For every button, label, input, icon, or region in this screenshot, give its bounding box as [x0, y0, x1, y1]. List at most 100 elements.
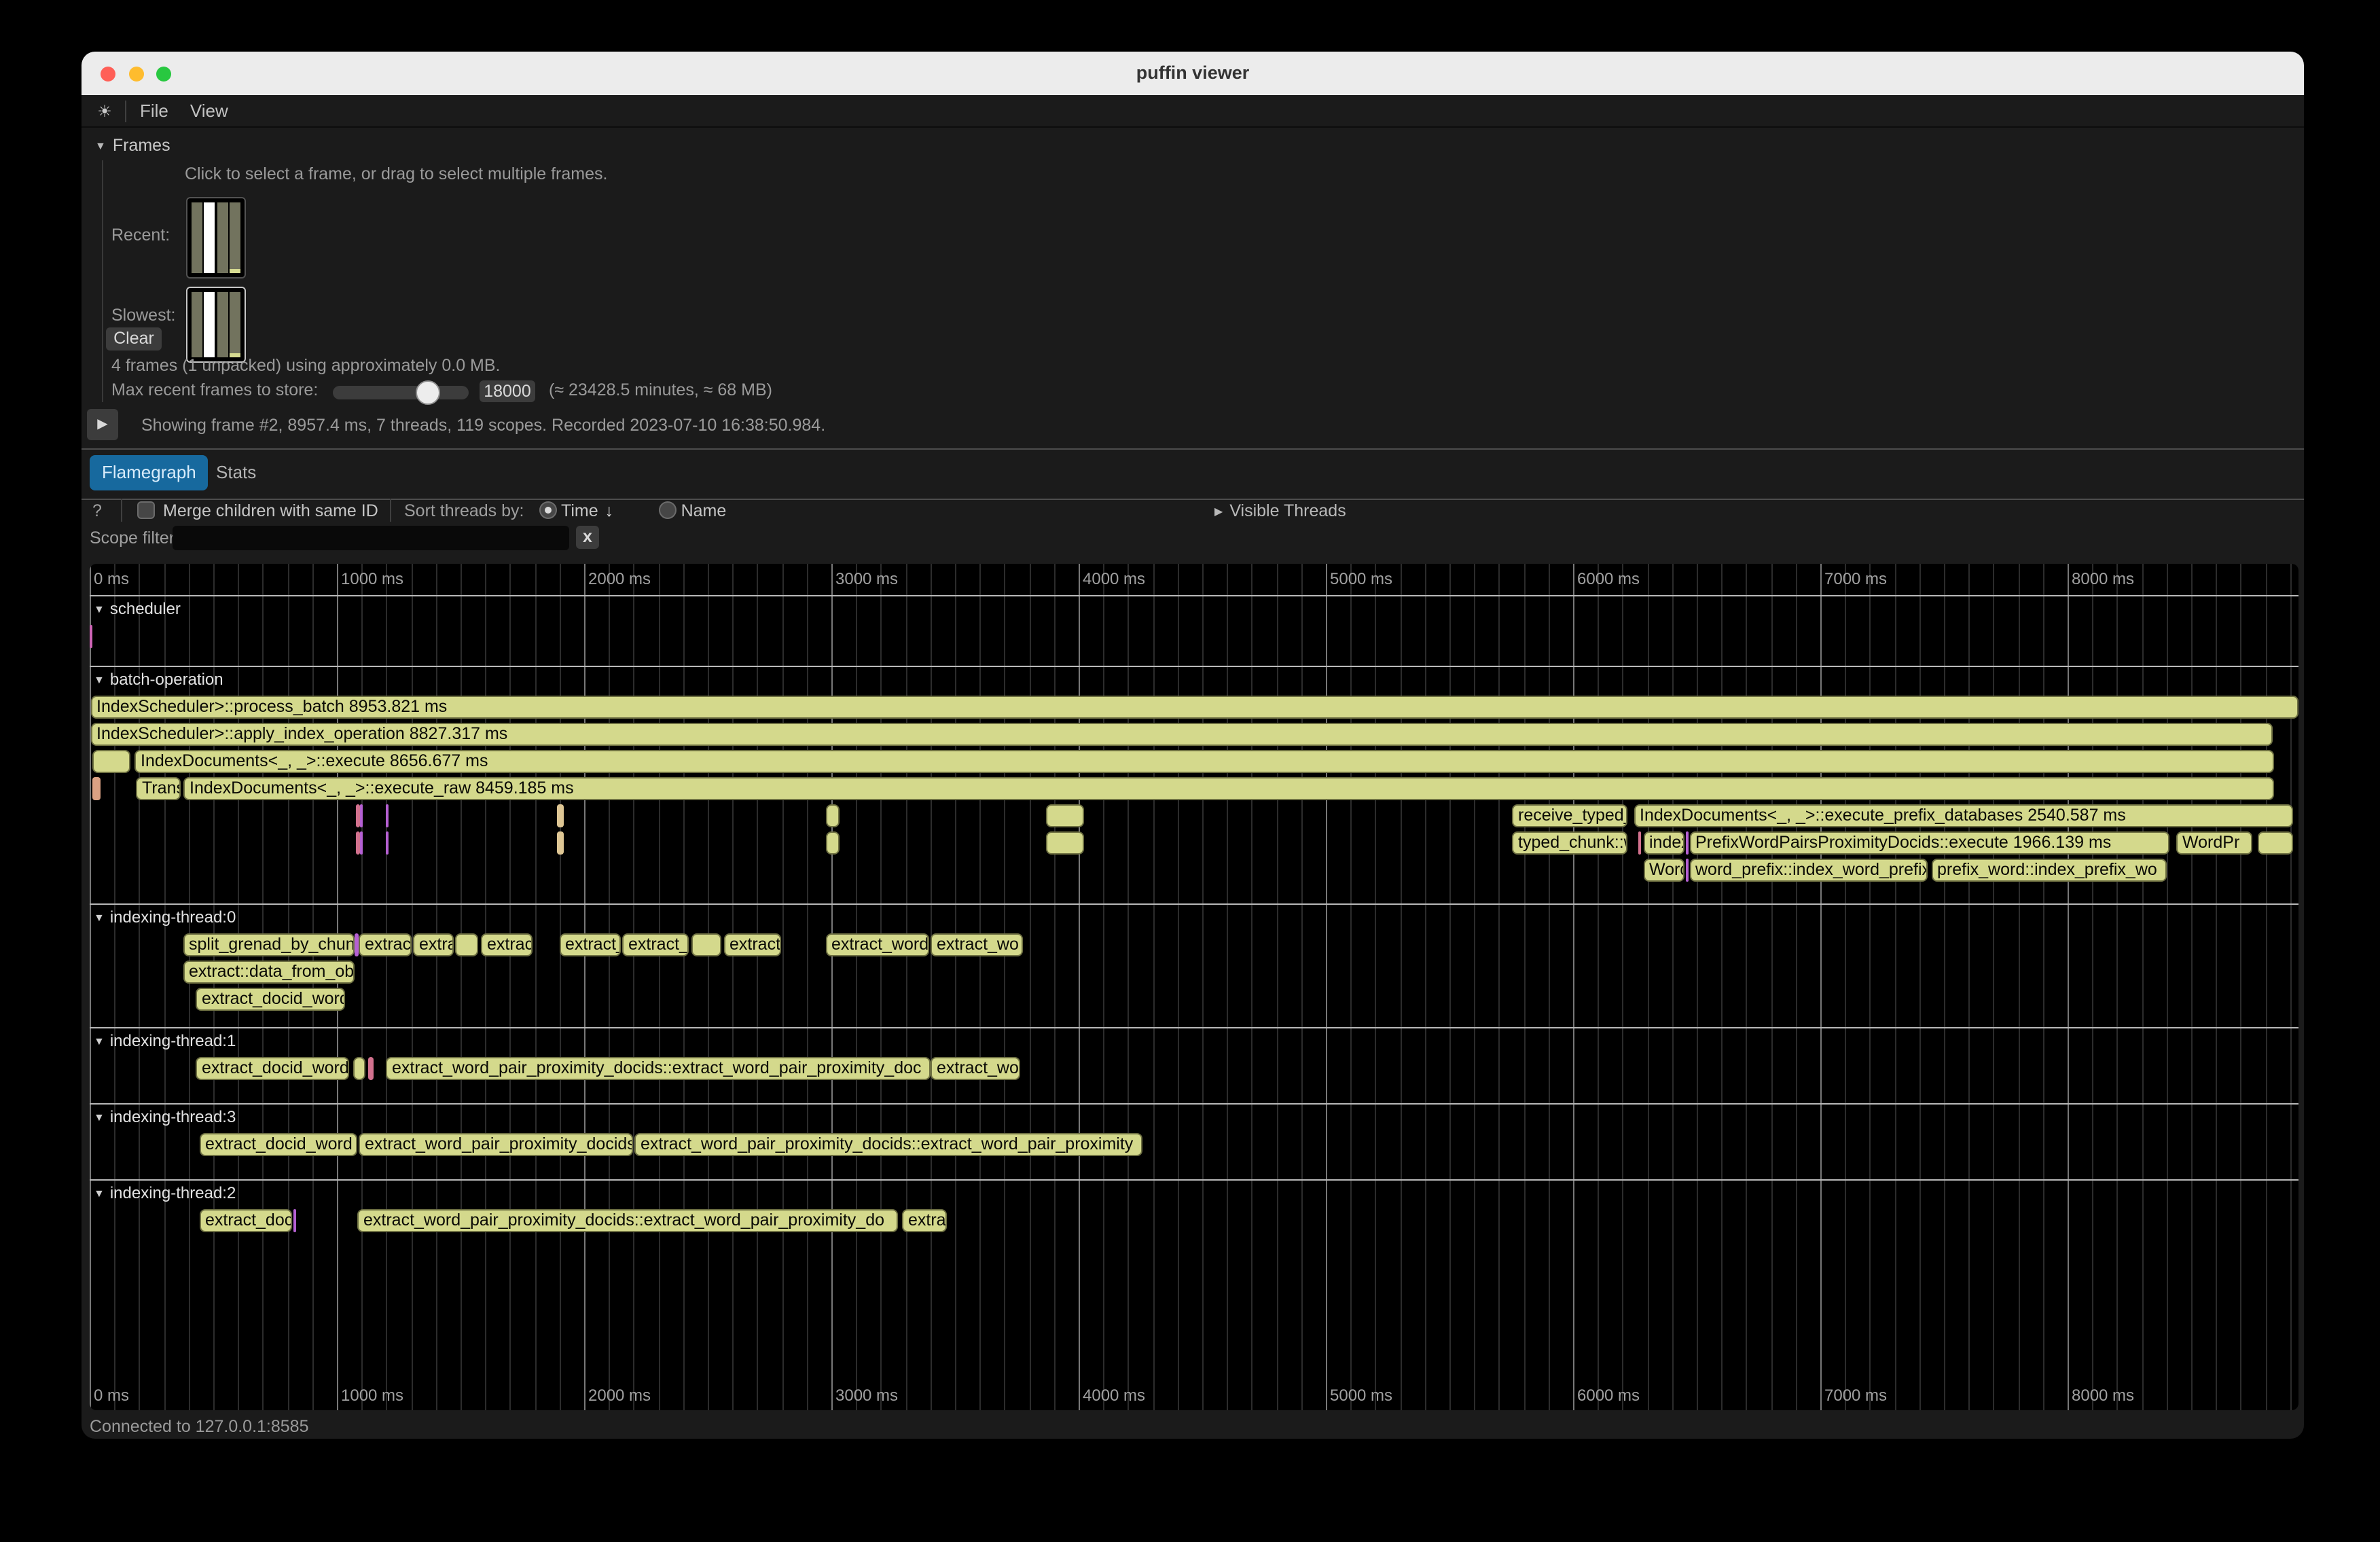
scope-bar[interactable]: word_prefix::index_word_prefix_: [1689, 858, 1928, 881]
scope-filter-input[interactable]: [173, 526, 569, 550]
scope-bar[interactable]: typed_chunk::w: [1512, 831, 1627, 854]
lane-header-indexing-thread-3[interactable]: ▼indexing-thread:3: [94, 1107, 236, 1126]
frame-bar[interactable]: [217, 292, 228, 357]
radio-name[interactable]: [659, 501, 677, 519]
scope-sliver[interactable]: [386, 831, 388, 854]
scope-sliver[interactable]: [359, 831, 362, 854]
frame-bar[interactable]: [230, 292, 240, 357]
frame-bar-selected[interactable]: [204, 292, 215, 357]
scope-bar[interactable]: extract_word_pair_proximity_docids::extr…: [386, 1056, 930, 1079]
lane-header-indexing-thread-0[interactable]: ▼indexing-thread:0: [94, 907, 236, 926]
scope-bar[interactable]: extract_: [559, 933, 620, 956]
scope-sliver[interactable]: [355, 933, 358, 956]
menu-file[interactable]: File: [140, 101, 168, 121]
scope-bar[interactable]: extract_: [622, 933, 689, 956]
scope-bar[interactable]: extract_word: [825, 933, 928, 956]
radio-label-time[interactable]: Time: [561, 501, 598, 520]
scope-bar[interactable]: IndexDocuments<_, _>::execute_raw 8459.1…: [183, 776, 2274, 800]
tab-stats[interactable]: Stats: [204, 455, 268, 490]
lane-header-indexing-thread-1[interactable]: ▼indexing-thread:1: [94, 1030, 236, 1050]
menu-view[interactable]: View: [190, 101, 228, 121]
radio-time[interactable]: [539, 501, 556, 519]
scope-row: Wordword_prefix::index_word_prefix_prefi…: [90, 858, 2298, 881]
clear-filter-button[interactable]: x: [576, 526, 599, 549]
play-button[interactable]: ▶: [87, 409, 118, 440]
scope-sliver[interactable]: [2258, 831, 2293, 854]
scope-sliver[interactable]: [1046, 804, 1083, 827]
scope-sliver[interactable]: [355, 831, 359, 854]
scope-bar[interactable]: extract_word_pair_proximity_docids::extr…: [634, 1133, 1142, 1156]
scope-sliver[interactable]: [92, 776, 100, 800]
scope-bar[interactable]: receive_typed_: [1512, 804, 1627, 827]
scope-bar[interactable]: extra: [413, 933, 454, 956]
scope-sliver[interactable]: [691, 933, 721, 956]
scope-sliver[interactable]: [825, 804, 840, 827]
lane-header-indexing-thread-2[interactable]: ▼indexing-thread:2: [94, 1183, 236, 1202]
scope-bar[interactable]: extract: [723, 933, 781, 956]
frame-bar[interactable]: [217, 202, 228, 273]
scope-bar[interactable]: extrac: [481, 933, 533, 956]
scope-sliver[interactable]: [1638, 831, 1641, 854]
max-frames-value[interactable]: 18000: [480, 380, 535, 402]
scope-bar[interactable]: IndexDocuments<_, _>::execute_prefix_dat…: [1634, 804, 2292, 827]
scope-bar[interactable]: Word: [1643, 858, 1684, 881]
scope-sliver[interactable]: [557, 831, 563, 854]
scope-bar[interactable]: extract: [359, 933, 412, 956]
scope-bar[interactable]: WordPr: [2176, 831, 2252, 854]
scope-sliver[interactable]: [1685, 858, 1688, 881]
scope-bar[interactable]: extract_docid_word: [199, 1133, 357, 1156]
scope-bar[interactable]: extrac: [902, 1208, 946, 1232]
radio-label-name[interactable]: Name: [681, 501, 727, 520]
lane-header-scheduler[interactable]: ▼scheduler: [94, 599, 181, 618]
scope-sliver[interactable]: [455, 933, 478, 956]
lane-indexing-thread-1: ▼indexing-thread:1 extract_docid_word extr…: [90, 1026, 2298, 1105]
scope-bar[interactable]: split_grenad_by_chun: [183, 933, 354, 956]
scope-bar[interactable]: extract_doc: [199, 1208, 292, 1232]
scope-bar[interactable]: extract_wo: [931, 1056, 1020, 1079]
scope-sliver[interactable]: [1046, 831, 1083, 854]
scope-sliver[interactable]: [367, 1056, 373, 1079]
ruler-tick-label: 8000 ms: [2072, 569, 2134, 588]
tab-flamegraph[interactable]: Flamegraph: [90, 455, 209, 490]
scope-bar[interactable]: IndexScheduler>::apply_index_operation 8…: [90, 722, 2272, 745]
scope-bar[interactable]: extract_wo: [931, 933, 1023, 956]
scope-bar[interactable]: extract_word_pair_proximity_docids::extr…: [357, 1208, 898, 1232]
merge-children-checkbox[interactable]: [137, 501, 155, 519]
recent-frames-thumbnail[interactable]: [186, 197, 246, 279]
lane-header-batch-operation[interactable]: ▼batch-operation: [94, 669, 223, 688]
scope-sliver[interactable]: [386, 804, 388, 827]
scope-sliver[interactable]: [92, 749, 130, 772]
frame-bar[interactable]: [230, 202, 240, 273]
sun-icon[interactable]: ☀: [94, 101, 115, 120]
scope-bar[interactable]: Trans: [136, 776, 181, 800]
scope-sliver[interactable]: [90, 625, 92, 648]
frame-bar[interactable]: [192, 202, 202, 273]
visible-threads-toggle[interactable]: ▶Visible Threads: [1214, 501, 1346, 520]
frames-section-header[interactable]: ▼Frames: [95, 136, 170, 155]
scope-sliver[interactable]: [1685, 831, 1688, 854]
help-button[interactable]: ?: [92, 501, 102, 520]
scope-bar[interactable]: IndexScheduler>::process_batch 8953.821 …: [90, 695, 2298, 718]
scope-sliver[interactable]: [355, 804, 359, 827]
frame-bar[interactable]: [192, 292, 202, 357]
slider-knob[interactable]: [416, 380, 440, 405]
scope-sliver[interactable]: [825, 831, 840, 854]
scope-bar[interactable]: PrefixWordPairsProximityDocids::execute …: [1689, 831, 2169, 854]
max-frames-slider[interactable]: [333, 386, 469, 399]
scope-sliver[interactable]: [359, 804, 362, 827]
scope-bar[interactable]: prefix_word::index_prefix_wo: [1931, 858, 2167, 881]
clear-button[interactable]: Clear: [106, 327, 162, 351]
scope-bar[interactable]: extract_docid_word: [196, 987, 345, 1010]
flamegraph-canvas[interactable]: 0 ms1000 ms2000 ms3000 ms4000 ms5000 ms6…: [90, 564, 2298, 1410]
slowest-frames-thumbnail[interactable]: [186, 287, 246, 363]
frame-bar-selected[interactable]: [204, 202, 215, 273]
scope-sliver[interactable]: [293, 1208, 295, 1232]
scope-bar[interactable]: extract_word_pair_proximity_docids: [359, 1133, 633, 1156]
scope-bar[interactable]: extract_docid_word: [196, 1056, 348, 1079]
lane-name: indexing-thread:3: [110, 1107, 236, 1126]
scope-bar[interactable]: IndexDocuments<_, _>::execute 8656.677 m…: [134, 749, 2274, 772]
scope-sliver[interactable]: [557, 804, 563, 827]
scope-bar[interactable]: extract::data_from_ob: [183, 960, 355, 983]
scope-sliver[interactable]: [353, 1056, 365, 1079]
scope-bar[interactable]: index: [1643, 831, 1684, 854]
